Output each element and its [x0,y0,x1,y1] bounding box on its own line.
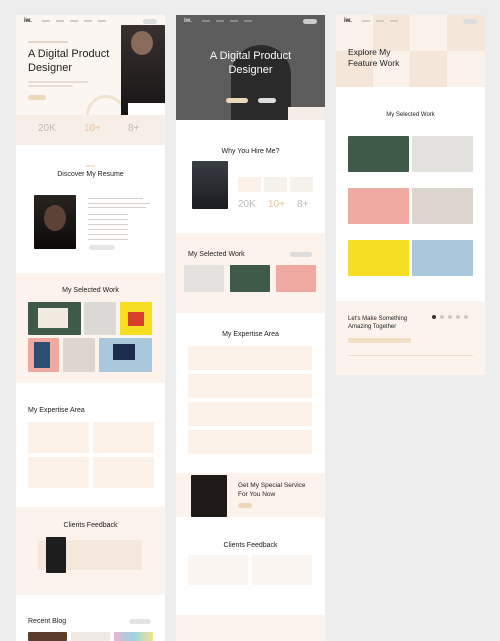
resume-portrait-image [34,195,76,249]
work-image-3[interactable] [348,188,409,224]
stat-projects: 20K [38,123,56,134]
rating-card [288,107,325,120]
feedback-title: Clients Feedback [223,542,278,549]
logo[interactable]: iw. [184,18,192,24]
expertise-row-1 [188,346,312,370]
expertise-row-4 [188,430,312,454]
nav-contact-button[interactable] [143,18,157,24]
brand-logos-strip [176,615,325,641]
hero-title: Explore My Feature Work [348,47,400,68]
expertise-card-4 [93,457,154,488]
view-all-work-button[interactable] [290,252,312,257]
skill-box-2 [264,177,287,192]
stat-years: 10+ [268,199,285,210]
stat-projects: 20K [238,199,256,210]
hero-title: A Digital Product Designer [209,50,292,76]
work-image-1[interactable] [348,136,409,172]
testimonial-card-1 [188,555,248,585]
blog-image-3[interactable] [114,632,153,641]
work-image-2[interactable] [84,302,116,335]
nav-links [361,20,398,22]
work-image-2[interactable] [230,265,270,292]
resume-title: Discover My Resume [57,171,124,178]
nav-links [201,20,252,22]
work-title: My Selected Work [62,287,119,294]
blog-image-1[interactable] [28,632,67,641]
nav-contact-button[interactable] [463,18,477,24]
hire-me-button[interactable] [28,95,46,100]
social-icons [432,315,477,319]
expertise-row-3 [188,402,312,426]
page-preview-home-light: iw. A Digital Product Designer 20K 10+ 8… [16,15,165,641]
top-nav: iw. [336,15,485,27]
cta-title: Let's Make Something Amazing Together [348,316,408,330]
newsletter-input[interactable] [348,338,411,343]
service-hire-button[interactable] [238,503,252,508]
work-image-4[interactable] [28,338,59,372]
work-image-2[interactable] [412,136,473,172]
page-preview-portfolio: iw. Explore My Feature Work My Selected … [336,15,485,375]
logo[interactable]: iw. [344,18,352,24]
work-title: My Selected Work [188,251,245,258]
hire-portrait-image [192,161,228,209]
view-all-blog-button[interactable] [129,619,151,624]
skill-box-1 [238,177,261,192]
work-image-1[interactable] [184,265,224,292]
hero-title: A Digital Product Designer [28,48,110,74]
expertise-card-1 [28,422,89,453]
work-image-1[interactable] [28,302,81,335]
work-image-4[interactable] [412,188,473,224]
page-preview-home-dark: iw. A Digital Product Designer Why You H… [176,15,325,641]
work-image-6[interactable] [412,240,473,276]
work-image-5[interactable] [348,240,409,276]
stat-awards: 8+ [297,199,309,210]
client-photo [46,537,66,573]
work-image-5[interactable] [63,338,95,372]
nav-links [41,20,106,22]
expertise-card-2 [93,422,154,453]
logo[interactable]: iw. [24,18,32,24]
work-title: My Selected Work [386,112,435,118]
work-image-6[interactable] [99,338,152,372]
portfolio-button[interactable] [258,98,276,103]
blog-title: Recent Blog [28,618,67,625]
expertise-title: My Expertise Area [222,331,279,338]
work-image-3[interactable] [120,302,152,335]
service-title: Get My Special Service For You Now [238,482,306,498]
work-image-3[interactable] [276,265,316,292]
blog-image-2[interactable] [71,632,110,641]
feedback-title: Clients Feedback [63,522,118,529]
service-portrait-image [191,475,227,517]
hire-me-button[interactable] [226,98,248,103]
download-cv-button[interactable] [89,245,115,250]
expertise-title: My Expertise Area [28,407,85,414]
expertise-row-2 [188,374,312,398]
nav-contact-button[interactable] [303,18,317,24]
skill-box-3 [290,177,313,192]
stat-awards: 8+ [128,123,140,134]
testimonial-card-2 [252,555,312,585]
top-nav: iw. [176,15,325,27]
stat-years: 10+ [84,123,101,134]
expertise-card-3 [28,457,89,488]
hire-title: Why You Hire Me? [221,148,280,155]
